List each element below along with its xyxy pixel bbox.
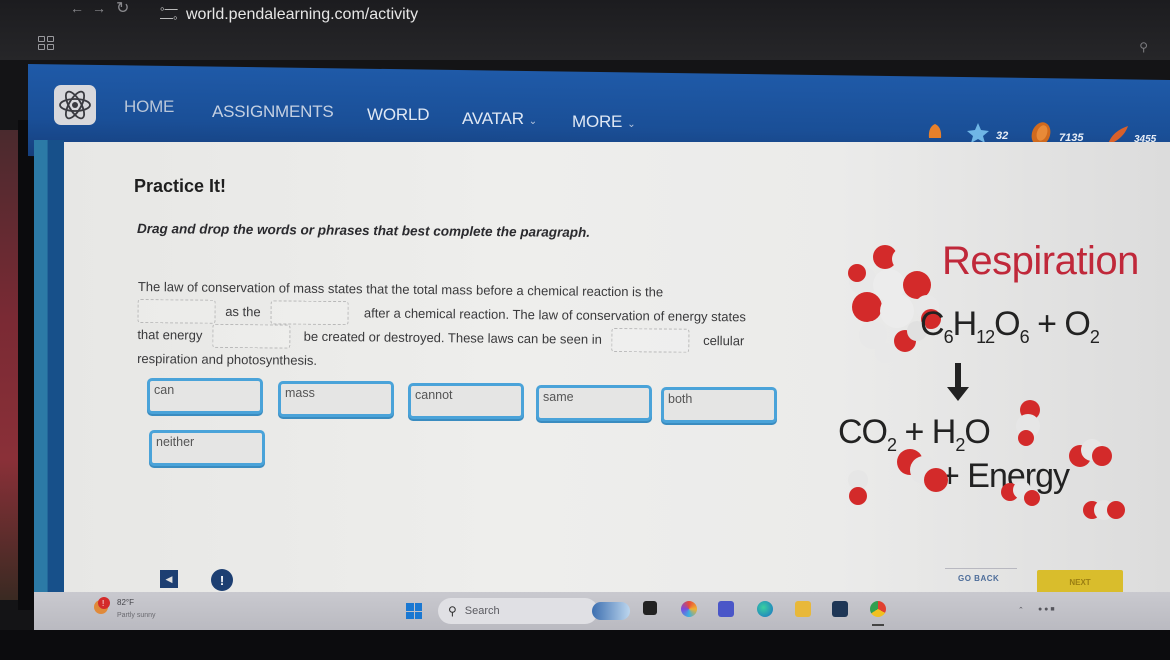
drop-zone-4[interactable] — [611, 327, 690, 353]
windows-start-icon[interactable] — [406, 603, 422, 619]
word-chip-mass[interactable]: mass — [278, 381, 394, 417]
monitor-bezel-bottom — [0, 630, 1170, 660]
bell-icon[interactable] — [926, 121, 944, 143]
reactants-equation: C6H12O6 + O2 — [920, 305, 1100, 348]
monitor-bezel — [18, 120, 34, 610]
svg-text:!: ! — [102, 599, 104, 608]
reaction-arrow-icon — [947, 363, 969, 401]
copilot-icon[interactable] — [681, 601, 697, 617]
nav-avatar[interactable]: AVATAR ⌄ — [462, 109, 537, 129]
star-icon — [967, 123, 989, 143]
paragraph-text: that energy — [137, 326, 203, 343]
nav-avatar-label: AVATAR — [462, 109, 524, 128]
task-view-icon[interactable] — [643, 601, 657, 615]
page-title: Practice It! — [134, 176, 227, 196]
address-bar[interactable]: world.pendalearning.com/activity — [186, 6, 418, 24]
nav-world[interactable]: WORLD — [367, 105, 429, 125]
edge-icon[interactable] — [757, 601, 773, 617]
active-app-indicator — [872, 624, 884, 626]
drop-zone-1[interactable] — [137, 298, 216, 324]
plus-sign: + — [1037, 305, 1057, 343]
next-button[interactable]: NEXT — [1037, 570, 1123, 594]
word-chip-same[interactable]: same — [536, 385, 652, 421]
weather-temperature: 82°F — [117, 598, 134, 607]
search-placeholder: Search — [464, 605, 500, 617]
chevron-down-icon: ⌄ — [627, 119, 636, 130]
apps-icon[interactable] — [38, 36, 54, 50]
search-icon: ⚲ — [448, 604, 457, 618]
tray-icons[interactable]: ● ● ■ — [1038, 606, 1055, 613]
back-icon[interactable]: ← — [70, 0, 84, 16]
word-chip-can[interactable]: can — [147, 378, 263, 414]
search-icon[interactable]: ⚲ — [1139, 40, 1148, 54]
oxygen-formula: O2 — [1064, 305, 1099, 347]
water-molecules-icon — [848, 400, 1125, 520]
paragraph-text: respiration and photosynthesis. — [137, 350, 318, 368]
file-explorer-icon[interactable] — [795, 601, 811, 617]
audio-button[interactable]: ◀ — [160, 570, 178, 588]
drop-zone-2[interactable] — [270, 299, 349, 325]
taskbar-search[interactable]: ⚲ Search — [438, 598, 598, 624]
paragraph-text: cellular — [703, 332, 745, 348]
atom-logo-icon[interactable] — [54, 85, 96, 125]
nav-home[interactable]: HOME — [124, 97, 174, 117]
forward-icon[interactable]: → — [92, 0, 106, 16]
alert-button[interactable]: ! — [211, 569, 233, 591]
go-back-button[interactable]: GO BACK — [958, 574, 999, 583]
paragraph: The law of conservation of mass states t… — [137, 274, 828, 377]
word-chip-neither[interactable]: neither — [149, 430, 265, 466]
nav-more[interactable]: MORE ⌄ — [572, 112, 636, 132]
weather-icon[interactable]: ! — [92, 595, 114, 617]
site-info-icon[interactable]: ◦— —◦ — [160, 2, 178, 24]
sidebar-strip — [34, 140, 64, 600]
teams-icon[interactable] — [718, 601, 734, 617]
reload-icon[interactable]: ↻ — [116, 0, 129, 18]
nav-assignments[interactable]: ASSIGNMENTS — [212, 102, 334, 122]
drop-zone-3[interactable] — [211, 323, 291, 349]
chevron-down-icon: ⌄ — [528, 116, 537, 127]
weather-description: Partly sunny — [117, 612, 156, 619]
word-chip-both[interactable]: both — [661, 387, 777, 423]
illustration-title: Respiration — [942, 239, 1139, 283]
browser-toolbar: ← → ↻ ◦— —◦ world.pendalearning.com/activ… — [0, 0, 1170, 60]
tray-chevron-icon[interactable]: ⌃ — [1018, 606, 1024, 614]
glucose-formula: C6H12O6 — [920, 305, 1030, 347]
nav-more-label: MORE — [572, 112, 623, 131]
respiration-illustration: Respiration C6H12O6 + O2 CO2 + H2O + Ene… — [830, 235, 1170, 535]
paragraph-text: as the — [225, 303, 261, 319]
word-chip-cannot[interactable]: cannot — [408, 383, 524, 419]
widget-icon[interactable] — [592, 602, 630, 620]
speaker-icon: ◀ — [165, 573, 173, 584]
chrome-icon[interactable] — [870, 601, 886, 617]
divider — [945, 568, 1017, 569]
store-icon[interactable] — [832, 601, 848, 617]
stars-count: 32 — [996, 130, 1009, 142]
